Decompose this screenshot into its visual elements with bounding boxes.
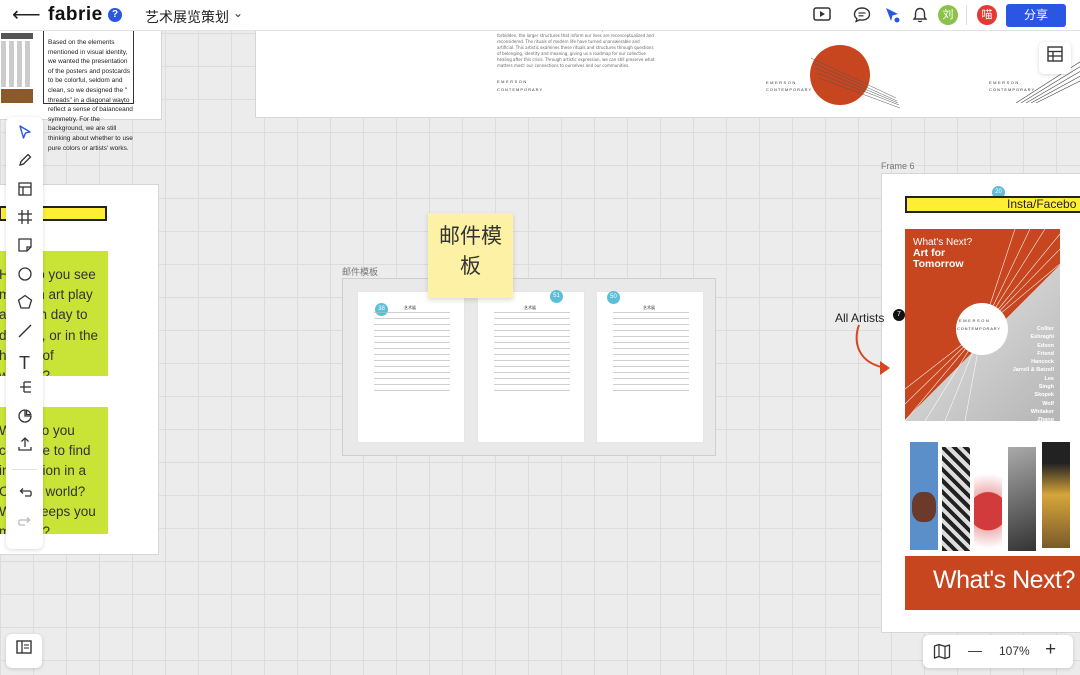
email-card-2[interactable]: 51 艺术展 bbox=[477, 290, 585, 443]
artist-name: Edson bbox=[1037, 342, 1054, 349]
select-tool-icon[interactable] bbox=[10, 123, 39, 149]
frame-label: Frame 6 bbox=[881, 161, 915, 171]
zoom-out-button[interactable]: — bbox=[968, 642, 982, 658]
card-text-lines bbox=[374, 312, 450, 392]
app-logo[interactable]: fabrie bbox=[48, 4, 103, 26]
whats-next-banner[interactable]: What's Next? A bbox=[905, 556, 1080, 610]
artwork-thumbnail-1[interactable] bbox=[910, 442, 938, 550]
card-title: 艺术展 bbox=[404, 305, 416, 310]
brand-top-2: EMERSON bbox=[766, 80, 797, 85]
email-card-3[interactable]: 50 艺术展 bbox=[596, 291, 704, 443]
sticker-tool-icon[interactable] bbox=[10, 407, 39, 433]
top-bar: ⟵ fabrie ? 艺术展览策划 ⌄ 刘 喵 分享 bbox=[0, 0, 1080, 31]
project-title[interactable]: 艺术展览策划 bbox=[145, 7, 229, 27]
artist-name: Whitaker bbox=[1030, 408, 1054, 415]
artist-name: Zhang bbox=[1037, 417, 1055, 421]
artist-name: Wolf bbox=[1042, 400, 1054, 407]
top-poster-frame[interactable]: CONTEMPORARY understood under our curren… bbox=[255, 22, 1080, 118]
brand-bottom-2: CONTEMPORARY bbox=[766, 87, 813, 92]
avatar-user-1[interactable]: 刘 bbox=[938, 5, 958, 25]
left-toolbar: T bbox=[6, 117, 43, 549]
layout-tool-icon[interactable] bbox=[10, 180, 39, 206]
map-icon[interactable] bbox=[933, 643, 951, 665]
sticky-note-text: 邮件模板 bbox=[439, 225, 502, 278]
side-panel-icon[interactable] bbox=[6, 634, 42, 668]
annotation-count-badge[interactable]: 7 bbox=[893, 309, 905, 321]
art-for-tomorrow-poster[interactable]: What's Next? Art for Tomorrow EMERSON CO… bbox=[905, 229, 1060, 421]
email-group-label: 邮件模板 bbox=[342, 267, 379, 277]
sticky-note-tool-icon[interactable] bbox=[10, 236, 39, 262]
artwork-thumbnail-3[interactable] bbox=[974, 450, 1002, 552]
zoom-in-button[interactable]: + bbox=[1045, 639, 1056, 661]
upload-tool-icon[interactable] bbox=[10, 435, 39, 461]
zoom-level[interactable]: 107% bbox=[999, 644, 1030, 658]
zoom-controls: — 107% + bbox=[923, 635, 1073, 668]
text-tool-icon[interactable]: T bbox=[10, 350, 39, 376]
poster-headline: Art for Tomorrow bbox=[913, 247, 964, 270]
brand-bottom: CONTEMPORARY bbox=[497, 87, 544, 92]
artist-name: Lee bbox=[1044, 375, 1054, 382]
frame-tool-icon[interactable] bbox=[10, 208, 39, 234]
artist-list: Collier Eshraghi Edson Friend Hancock Jarrell… bbox=[1013, 325, 1054, 421]
insta-banner: Insta/Facebo bbox=[905, 196, 1080, 213]
bell-icon[interactable] bbox=[910, 6, 930, 26]
pen-tool-icon[interactable] bbox=[10, 151, 39, 177]
cursor-follow-icon[interactable] bbox=[882, 6, 902, 26]
artist-name: Singh bbox=[1038, 384, 1054, 391]
comment-badge[interactable]: 50 bbox=[607, 291, 620, 304]
circle-tool-icon[interactable] bbox=[10, 265, 39, 291]
table-view-icon[interactable] bbox=[1039, 42, 1071, 74]
artist-name: Jarrell & Batzell bbox=[1012, 367, 1054, 374]
poster-brand-bottom: CONTEMPORARY bbox=[957, 326, 1001, 331]
artist-name: Hancock bbox=[1031, 359, 1054, 366]
card-title: 艺术展 bbox=[643, 305, 655, 310]
undo-icon[interactable] bbox=[10, 484, 39, 510]
comment-icon[interactable] bbox=[852, 6, 872, 26]
artwork-thumbnail-4[interactable] bbox=[1008, 447, 1036, 551]
email-card-1[interactable]: 38 艺术展 bbox=[357, 291, 465, 443]
present-icon[interactable] bbox=[812, 6, 832, 26]
mindmap-tool-icon[interactable] bbox=[10, 378, 39, 404]
text-column-4 bbox=[936, 27, 996, 87]
comment-badge[interactable]: 51 bbox=[550, 290, 563, 303]
email-template-group[interactable]: 38 艺术展 51 艺术展 50 艺术展 bbox=[342, 278, 716, 456]
toolbar-divider bbox=[12, 469, 37, 470]
card-text-lines bbox=[613, 312, 689, 392]
card-title: 艺术展 bbox=[524, 305, 536, 310]
artist-name: Friend bbox=[1037, 350, 1054, 357]
sticky-note[interactable]: 邮件模板 bbox=[428, 213, 513, 298]
artist-name: Eshraghi bbox=[1030, 334, 1054, 341]
poster-brand-top: EMERSON bbox=[959, 318, 991, 323]
line-tool-icon[interactable] bbox=[10, 322, 39, 348]
chevron-down-icon[interactable]: ⌄ bbox=[233, 6, 243, 20]
frame-6[interactable]: 20 Insta/Facebo What's Next? Art for Tom… bbox=[881, 173, 1080, 633]
brand-top: EMERSON bbox=[497, 79, 528, 84]
visual-identity-paragraph: Based on the elements mentioned in visua… bbox=[48, 39, 133, 152]
polygon-tool-icon[interactable] bbox=[10, 293, 39, 319]
annotation-arrow bbox=[855, 324, 890, 375]
redo-icon[interactable] bbox=[10, 513, 39, 539]
divider bbox=[966, 5, 967, 25]
thumbnail-strip bbox=[1, 29, 33, 103]
artwork-thumbnail-5[interactable] bbox=[1042, 442, 1070, 548]
artist-name: Collier bbox=[1036, 326, 1054, 332]
help-icon[interactable]: ? bbox=[108, 8, 122, 22]
avatar-user-2[interactable]: 喵 bbox=[977, 5, 997, 25]
insta-banner-text: Insta/Facebo bbox=[1007, 197, 1077, 211]
description-paragraph: understood under our current circumstanc… bbox=[497, 27, 655, 68]
orange-circle-graphic bbox=[810, 45, 901, 109]
artwork-thumbnail-2[interactable] bbox=[942, 447, 970, 551]
share-button[interactable]: 分享 bbox=[1006, 4, 1066, 27]
whats-next-banner-text: What's Next? A bbox=[933, 566, 1080, 594]
card-text-lines bbox=[494, 312, 570, 392]
artist-name: Skopek bbox=[1034, 392, 1054, 399]
back-arrow-icon[interactable]: ⟵ bbox=[12, 4, 41, 26]
